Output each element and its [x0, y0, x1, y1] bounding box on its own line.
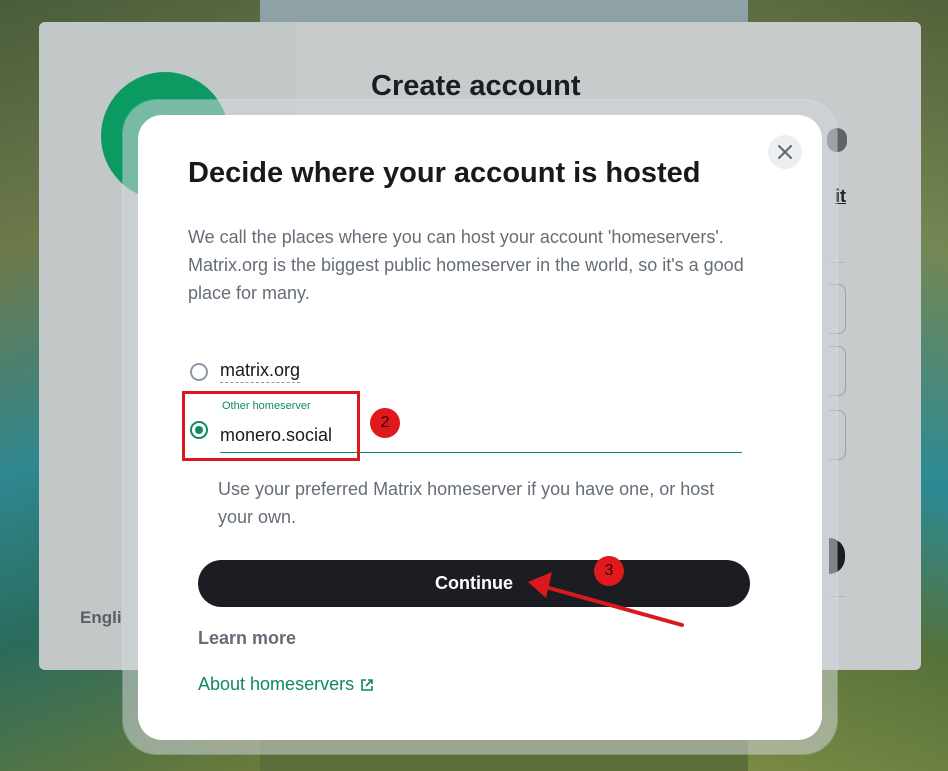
annotation-arrow — [528, 572, 684, 627]
